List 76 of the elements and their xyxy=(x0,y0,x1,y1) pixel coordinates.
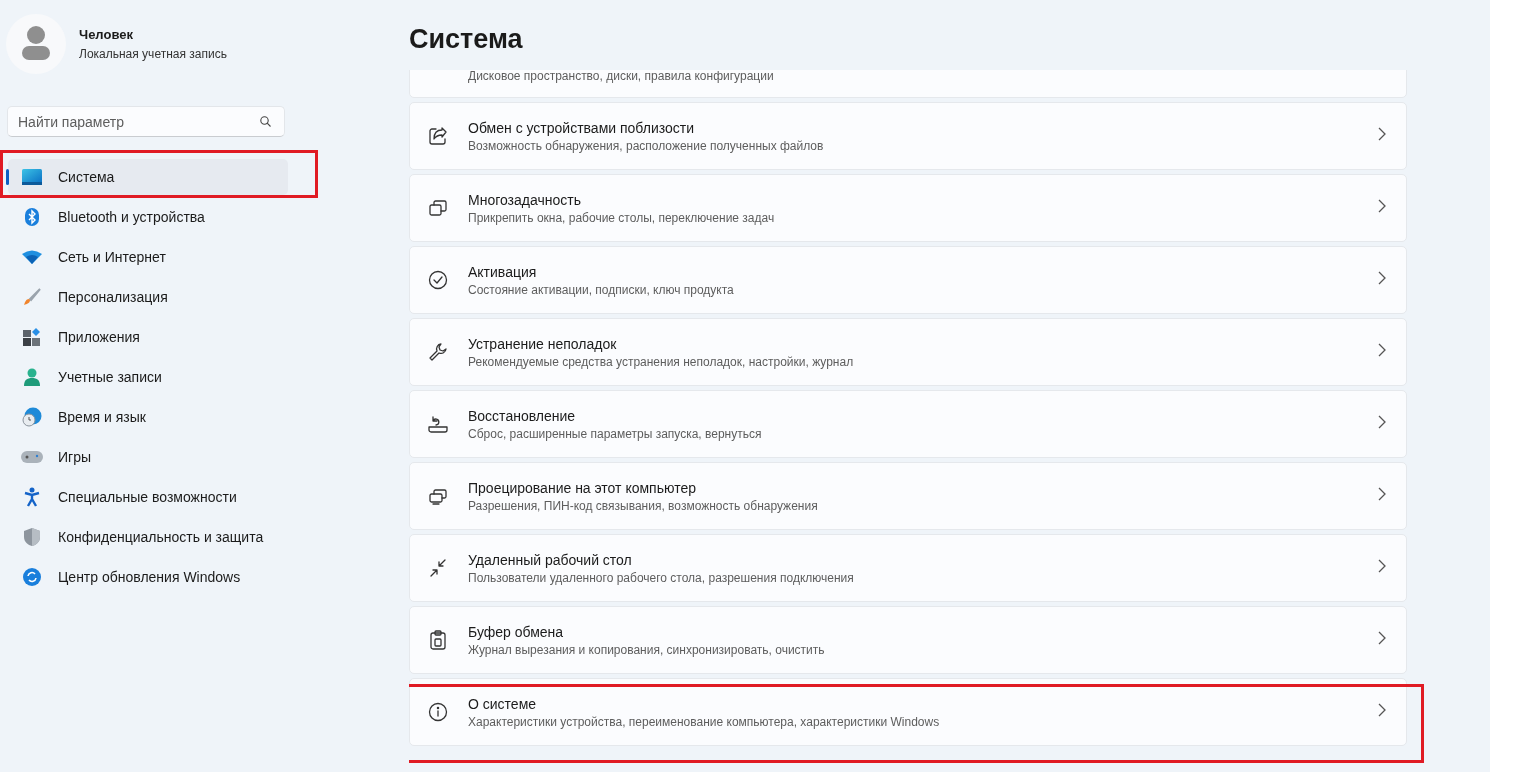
search-field[interactable]: Найти параметр xyxy=(7,106,285,137)
card-description: Рекомендуемые средства устранения неполадок, настройки, журнал xyxy=(468,354,855,369)
chevron-right-icon xyxy=(1378,199,1386,213)
settings-card[interactable]: Обмен с устройствами поблизости Возможность обнаружения, расположение полученных файлов xyxy=(409,102,1407,170)
gamepad-icon xyxy=(21,450,43,464)
card-description: Дисковое пространство, диски, правила конфигурации xyxy=(468,70,775,83)
nav-item[interactable]: Конфиденциальность и защита xyxy=(8,519,288,555)
check-circle-icon xyxy=(428,270,448,290)
settings-card[interactable]: Дисковое пространство, диски, правила конфигурации xyxy=(409,70,1407,98)
settings-card[interactable]: О системе Характеристики устройства, переименование компьютера, характеристики Windows xyxy=(409,678,1407,746)
card-title: Устранение неполадок xyxy=(468,335,618,352)
page-title: Система xyxy=(409,24,524,56)
settings-card[interactable]: Удаленный рабочий стол Пользователи удаленного рабочего стола, разрешения подключения xyxy=(409,534,1407,602)
settings-card[interactable]: Буфер обмена Журнал вырезания и копирования, синхронизировать, очистить xyxy=(409,606,1407,674)
chevron-right-icon xyxy=(1378,415,1386,429)
nav-item[interactable]: Bluetooth и устройства xyxy=(8,199,288,235)
card-title: Активация xyxy=(468,263,538,280)
nav-item[interactable]: Специальные возможности xyxy=(8,479,288,515)
nav-item[interactable]: Система xyxy=(8,159,288,195)
card-title: Проецирование на этот компьютер xyxy=(468,479,697,496)
remote-arrows-icon xyxy=(428,558,448,578)
search-icon xyxy=(260,116,271,127)
card-description: Журнал вырезания и копирования, синхронизировать, очистить xyxy=(468,642,826,657)
settings-card[interactable]: Активация Состояние активации, подписки, ключ продукта xyxy=(409,246,1407,314)
chevron-right-icon xyxy=(1378,703,1386,717)
chevron-right-icon xyxy=(1378,127,1386,141)
card-title: Удаленный рабочий стол xyxy=(468,551,633,568)
card-title: О системе xyxy=(468,695,538,712)
nav-item[interactable]: Персонализация xyxy=(8,279,288,315)
update-icon xyxy=(23,568,41,586)
chevron-right-icon xyxy=(1378,559,1386,573)
chevron-right-icon xyxy=(1378,631,1386,645)
card-description: Сброс, расширенные параметры запуска, вернуться xyxy=(468,426,763,441)
nav-item[interactable]: Игры xyxy=(8,439,288,475)
card-description: Возможность обнаружения, расположение полученных файлов xyxy=(468,138,825,153)
card-description: Пользователи удаленного рабочего стола, разрешения подключения xyxy=(468,570,855,585)
account-type: Локальная учетная запись xyxy=(79,47,227,61)
card-title: Многозадачность xyxy=(468,191,582,208)
card-title: Восстановление xyxy=(468,407,577,424)
brush-icon xyxy=(23,288,41,306)
nav-item[interactable]: Время и язык xyxy=(8,399,288,435)
avatar xyxy=(6,14,66,74)
nav-item[interactable]: Сеть и Интернет xyxy=(8,239,288,275)
bluetooth-icon xyxy=(25,208,39,226)
accessibility-icon xyxy=(24,487,40,507)
card-description: Прикрепить окна, рабочие столы, переключение задач xyxy=(468,210,776,225)
nav-item[interactable]: Центр обновления Windows xyxy=(8,559,288,595)
info-icon xyxy=(428,702,448,722)
card-title: Обмен с устройствами поблизости xyxy=(468,119,695,136)
globe-clock-icon xyxy=(22,407,42,427)
nav-item[interactable]: Приложения xyxy=(8,319,288,355)
recovery-icon xyxy=(427,414,449,434)
settings-card[interactable]: Проецирование на этот компьютер Разрешения, ПИН-код связывания, возможность обнаружения xyxy=(409,462,1407,530)
windows-stack-icon xyxy=(428,198,448,218)
monitor-icon xyxy=(22,169,42,185)
settings-card[interactable]: Многозадачность Прикрепить окна, рабочие столы, переключение задач xyxy=(409,174,1407,242)
shield-icon xyxy=(24,528,40,546)
apps-icon xyxy=(23,328,41,346)
selection-indicator xyxy=(6,169,9,185)
wrench-icon xyxy=(428,342,448,362)
card-title: Буфер обмена xyxy=(468,623,565,640)
card-description: Состояние активации, подписки, ключ продукта xyxy=(468,282,735,297)
nav-item[interactable]: Учетные записи xyxy=(8,359,288,395)
card-description: Разрешения, ПИН-код связывания, возможность обнаружения xyxy=(468,498,819,513)
projector-icon xyxy=(428,486,448,506)
person-icon xyxy=(24,368,40,386)
card-description: Характеристики устройства, переименование компьютера, характеристики Windows xyxy=(468,714,941,729)
wifi-icon xyxy=(22,250,42,264)
clipboard-icon xyxy=(429,630,447,650)
settings-card[interactable]: Устранение неполадок Рекомендуемые средства устранения неполадок, настройки, журнал xyxy=(409,318,1407,386)
settings-card[interactable]: Восстановление Сброс, расширенные параметры запуска, вернуться xyxy=(409,390,1407,458)
chevron-right-icon xyxy=(1378,343,1386,357)
chevron-right-icon xyxy=(1378,487,1386,501)
chevron-right-icon xyxy=(1378,271,1386,285)
share-icon xyxy=(428,126,448,146)
user-name: Человек xyxy=(79,27,134,42)
